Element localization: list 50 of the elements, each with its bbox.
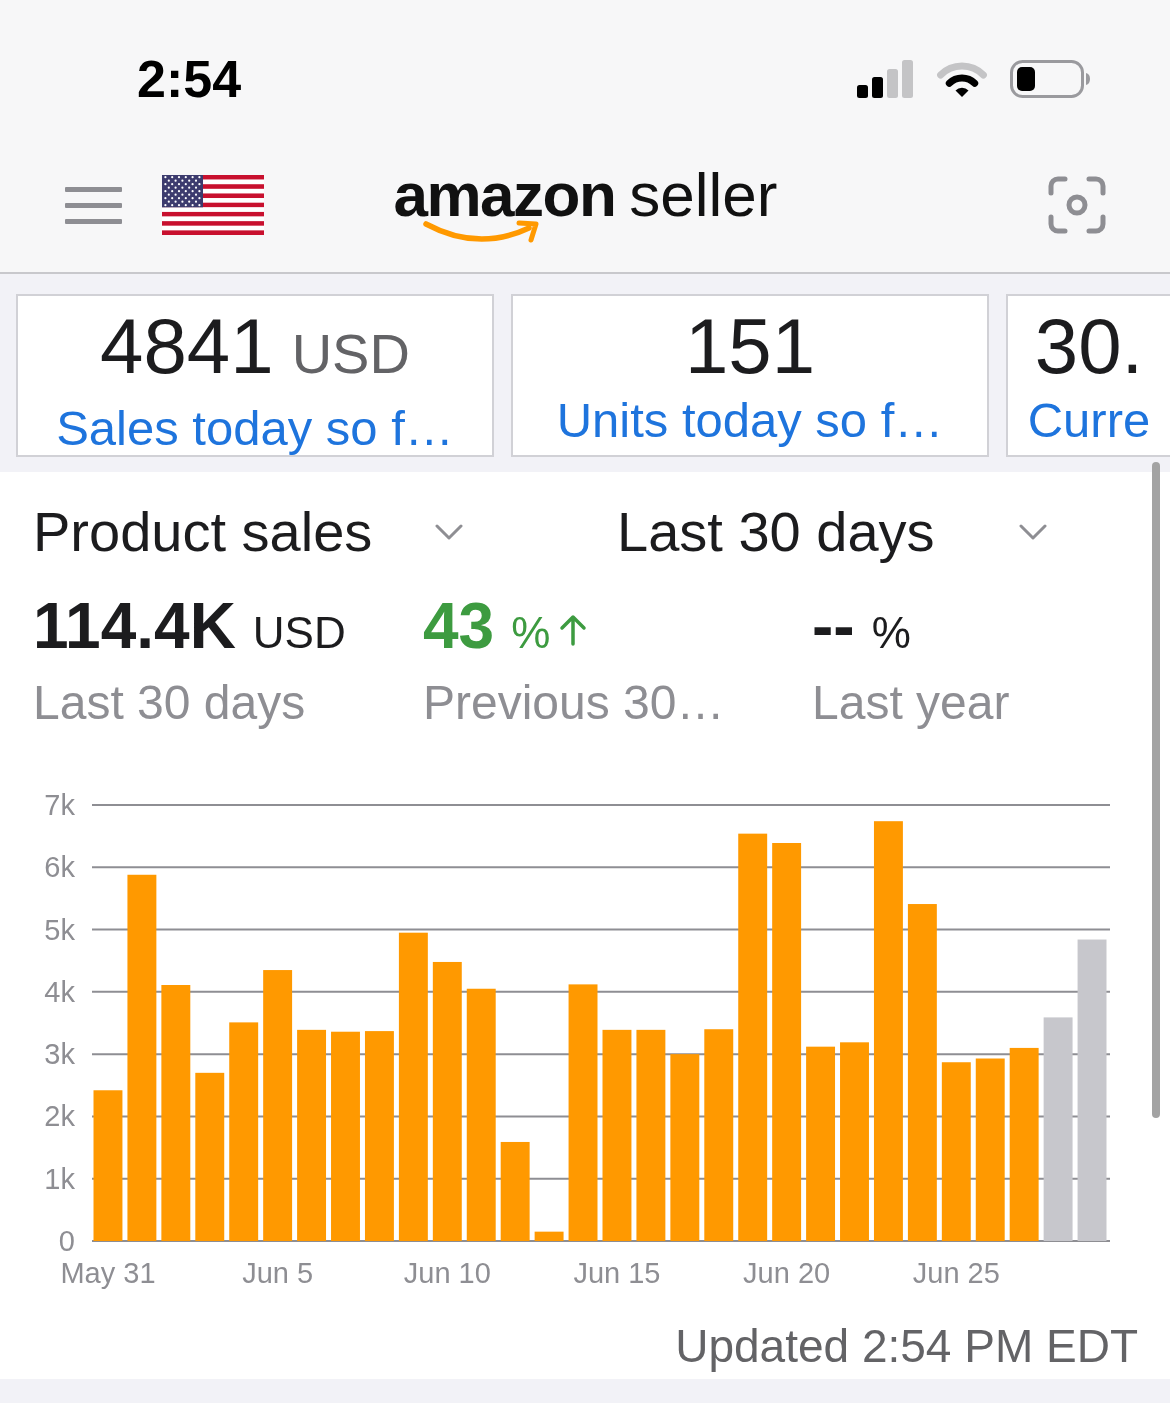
- x-axis-label: Jun 15: [573, 1257, 661, 1289]
- metric-label: Previous 30…: [423, 675, 725, 731]
- x-axis-label: Jun 10: [403, 1257, 491, 1289]
- card-value: 4841: [100, 306, 274, 386]
- chart-bar: [534, 1231, 564, 1241]
- metric-label: Last year: [812, 675, 1010, 731]
- menu-button[interactable]: [65, 186, 122, 224]
- metric-unit: %: [511, 607, 551, 659]
- metric-unit: %: [871, 607, 911, 659]
- x-axis-label: Jun 20: [743, 1257, 831, 1289]
- y-axis-label: 0: [58, 1225, 75, 1257]
- card-unit: USD: [291, 321, 410, 387]
- y-axis-label: 5k: [44, 913, 75, 946]
- summary-card[interactable]: 30. Curre: [1006, 294, 1170, 457]
- period-dropdown[interactable]: Last 30 days: [617, 500, 1047, 564]
- summary-card[interactable]: 4841 USD Sales today so f…: [16, 294, 494, 457]
- metric-value: 43: [423, 589, 495, 664]
- metric-unit: USD: [252, 607, 346, 659]
- y-axis-label: 4k: [44, 975, 75, 1008]
- card-value: 151: [684, 306, 816, 386]
- card-label: Units today so f…: [556, 392, 944, 448]
- scan-button[interactable]: [1048, 176, 1106, 234]
- y-axis-label: 3k: [44, 1038, 75, 1071]
- x-axis-label: Jun 5: [242, 1257, 314, 1289]
- y-axis-label: 1k: [44, 1162, 75, 1195]
- metric-label: Last 30 days: [33, 675, 306, 731]
- chevron-down-icon: [1019, 523, 1047, 541]
- wifi-icon: [936, 60, 988, 98]
- card-value: 30.: [1034, 306, 1144, 386]
- metric-value: --: [812, 589, 855, 664]
- battery-icon: [1010, 60, 1090, 98]
- metric-value: 114.4K: [33, 589, 236, 664]
- logo-product-text: seller: [629, 164, 778, 226]
- signal-icon: [857, 60, 914, 98]
- menu-icon: [65, 186, 122, 224]
- status-time: 2:54: [137, 53, 242, 105]
- summary-card[interactable]: 151 Units today so f…: [511, 294, 989, 457]
- scan-icon: [1048, 176, 1106, 234]
- y-axis-label: 7k: [44, 789, 75, 821]
- flag-icon[interactable]: [162, 175, 264, 235]
- x-axis-label: Jun 25: [912, 1257, 1000, 1289]
- y-axis-label: 6k: [44, 851, 75, 884]
- chevron-down-icon: [435, 523, 463, 541]
- metric-dropdown[interactable]: Product sales: [33, 500, 463, 564]
- y-axis-label: 2k: [44, 1100, 75, 1133]
- x-axis-label: May 31: [60, 1257, 156, 1289]
- card-label: Curre: [1027, 392, 1151, 448]
- card-label: Sales today so f…: [56, 400, 454, 456]
- updated-timestamp: Updated 2:54 PM EDT: [675, 1318, 1138, 1374]
- logo-brand-text: amazon: [393, 164, 616, 226]
